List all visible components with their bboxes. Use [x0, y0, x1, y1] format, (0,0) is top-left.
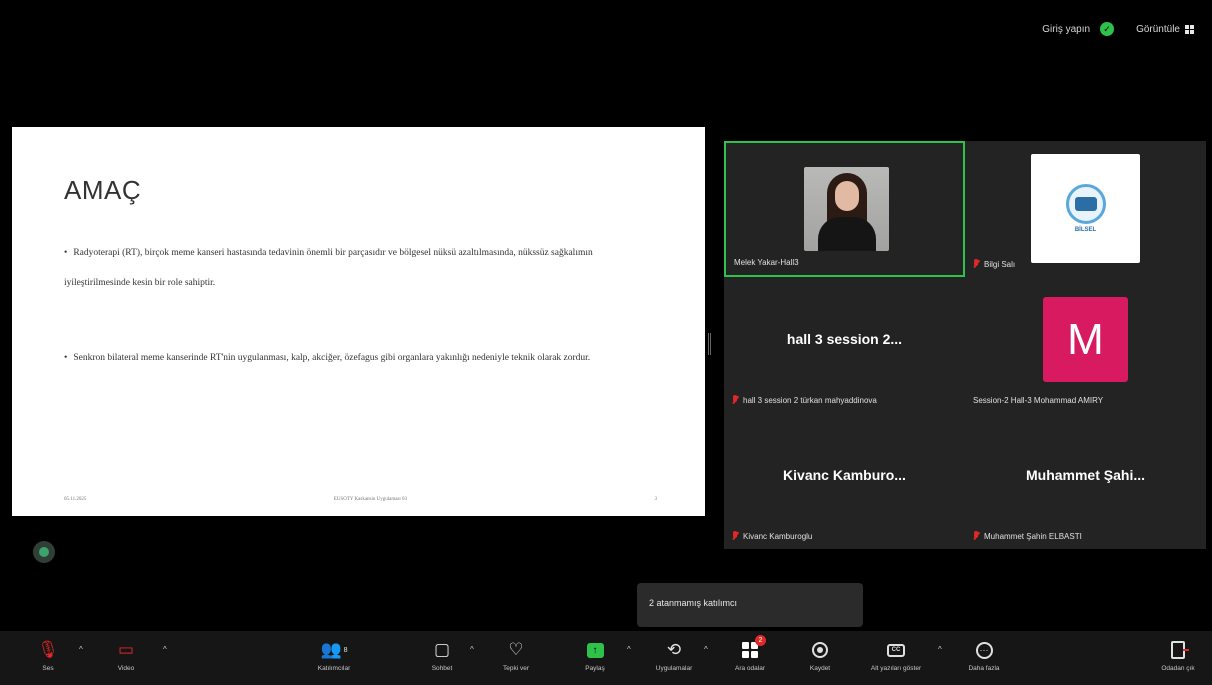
- shield-check-icon[interactable]: ✓: [1100, 22, 1115, 36]
- top-bar: Giriş yapın ✓ Görüntüle: [0, 0, 1212, 125]
- bullet-dot: •: [64, 353, 68, 363]
- captions-options-caret[interactable]: ^: [938, 645, 942, 654]
- react-button[interactable]: ♡ Tepki ver: [484, 639, 548, 672]
- captions-button[interactable]: CC Alt yazıları göster: [864, 639, 928, 672]
- more-icon: ···: [975, 641, 993, 659]
- participants-button[interactable]: 👥 8 Katılımcılar: [302, 639, 366, 672]
- top-right-controls: Giriş yapın ✓ Görüntüle: [1042, 22, 1194, 36]
- mic-off-icon: [973, 531, 980, 541]
- participant-name: Bilgi Salı: [973, 259, 1015, 269]
- breakout-rooms-icon: [742, 642, 758, 658]
- slide-bullet-text: Radyoterapi (RT), birçok meme kanseri ha…: [64, 248, 593, 288]
- video-options-caret[interactable]: ^: [163, 645, 167, 654]
- chat-icon: ▢: [433, 640, 451, 659]
- video-button[interactable]: ▭ Video: [94, 639, 158, 672]
- participant-display-name: hall 3 session 2...: [786, 331, 903, 347]
- leave-icon: [1171, 641, 1189, 659]
- record-button[interactable]: Kaydet: [788, 639, 852, 672]
- toast-text: 2 atanmamış katılımcı: [649, 598, 738, 608]
- participant-tile-muhammet[interactable]: Muhammet Şahi... Muhammet Şahin ELBASTI: [965, 413, 1206, 549]
- chat-button[interactable]: ▢ Sohbet: [410, 639, 474, 672]
- participant-tile-melek[interactable]: Melek Yakar-Hall3: [724, 141, 965, 277]
- record-icon: [812, 642, 828, 658]
- share-screen-button[interactable]: ↑ Paylaş: [563, 639, 627, 672]
- participant-tile-bilgi[interactable]: BİLSEL Bilgi Salı: [965, 141, 1206, 277]
- mic-off-icon: [732, 395, 739, 405]
- bullet-dot: •: [64, 248, 68, 258]
- slide-bullet: • Radyoterapi (RT), birçok meme kanseri h…: [64, 238, 654, 298]
- signin-link[interactable]: Giriş yapın: [1042, 24, 1090, 35]
- participant-name: Kivanc Kamburoglu: [732, 531, 812, 541]
- participant-tile-hall3[interactable]: hall 3 session 2... hall 3 session 2 tür…: [724, 277, 965, 413]
- participant-name: Session-2 Hall-3 Mohammad AMIRY: [973, 396, 1104, 405]
- avatar: M: [1043, 297, 1128, 382]
- globe-icon: [1065, 184, 1106, 224]
- participant-tile-mohammad[interactable]: M Session-2 Hall-3 Mohammad AMIRY: [965, 277, 1206, 413]
- slide-page-number: 3: [654, 497, 657, 502]
- slide-bullet-text: Senkron bilateral meme kanserinde RT'nin…: [73, 353, 591, 363]
- more-button[interactable]: ··· Daha fazla: [952, 639, 1016, 672]
- meeting-toolbar: 🎙︎ Ses ^ ▭ Video ^ 👥 8 Katılımcılar ▢ Soh…: [0, 631, 1212, 685]
- share-screen-icon: ↑: [586, 642, 604, 658]
- breakout-rooms-button[interactable]: 2 Ara odalar: [718, 635, 782, 672]
- audio-options-caret[interactable]: ^: [79, 645, 83, 654]
- shared-screen: AMAÇ • Radyoterapi (RT), birçok meme kans…: [12, 127, 705, 516]
- slide-footer-title: EUSOTY Kaskansin Uygulaması 03: [333, 497, 408, 502]
- slide-date: 05.11.2025: [64, 497, 87, 502]
- apps-options-caret[interactable]: ^: [704, 645, 708, 654]
- slide-footer: 05.11.2025 EUSOTY Kaskansin Uygulaması 0…: [64, 497, 657, 502]
- mic-off-icon: [973, 259, 980, 269]
- participant-tile-kivanc[interactable]: Kivanc Kamburo... Kivanc Kamburoglu: [724, 413, 965, 549]
- slide-title: AMAÇ: [64, 175, 142, 205]
- view-label: Görüntüle: [1136, 23, 1180, 35]
- heart-icon: ♡: [508, 640, 524, 659]
- mic-off-icon: [732, 531, 739, 541]
- participant-name: Muhammet Şahin ELBASTI: [973, 531, 1082, 541]
- view-button[interactable]: Görüntüle: [1136, 24, 1194, 35]
- mic-off-icon: 🎙︎: [37, 640, 59, 659]
- participant-photo: [804, 167, 889, 251]
- unassigned-participants-toast: 2 atanmamış katılımcı: [637, 583, 863, 627]
- chat-options-caret[interactable]: ^: [470, 645, 474, 654]
- participants-icon: 👥 8: [320, 640, 348, 659]
- grid-view-icon: [1185, 24, 1194, 34]
- participant-display-name: Kivanc Kamburo...: [783, 467, 906, 483]
- split-resize-handle[interactable]: [708, 333, 711, 355]
- share-options-caret[interactable]: ^: [627, 645, 631, 654]
- participant-name: Melek Yakar-Hall3: [734, 258, 799, 267]
- participant-display-name: Muhammet Şahi...: [1025, 467, 1146, 483]
- apps-button[interactable]: ⟲ Uygulamalar: [642, 639, 706, 672]
- captions-icon: CC: [887, 643, 905, 657]
- leave-button[interactable]: Odadan çık: [1146, 639, 1210, 672]
- bilsel-logo: BİLSEL: [1031, 154, 1140, 263]
- slide-bullet: • Senkron bilateral meme kanserinde RT'ni…: [64, 343, 654, 373]
- video-off-icon: ▭: [117, 640, 135, 659]
- audio-button[interactable]: 🎙︎ Ses: [16, 639, 80, 672]
- participant-name: hall 3 session 2 türkan mahyaddinova: [732, 395, 877, 405]
- self-view-icon[interactable]: [33, 541, 55, 563]
- participant-gallery: Melek Yakar-Hall3 BİLSEL Bilgi Salı hall…: [724, 141, 1206, 549]
- apps-icon: ⟲: [666, 640, 682, 659]
- breakout-badge: 2: [755, 635, 766, 646]
